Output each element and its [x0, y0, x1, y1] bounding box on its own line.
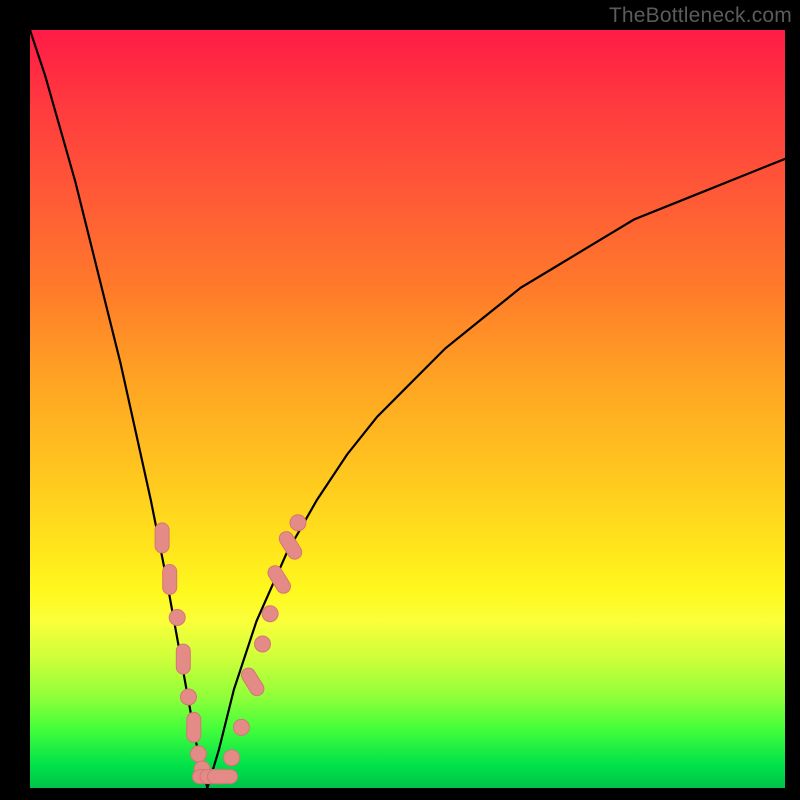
chart-svg — [30, 30, 785, 788]
marker — [190, 746, 206, 762]
marker — [187, 712, 201, 742]
marker — [224, 750, 240, 766]
marker-group — [155, 515, 306, 784]
marker — [155, 523, 169, 553]
watermark-label: TheBottleneck.com — [609, 4, 792, 28]
marker — [277, 529, 305, 562]
bottleneck-curve — [30, 30, 785, 788]
marker — [181, 689, 197, 705]
marker — [262, 606, 278, 622]
plot-area — [30, 30, 785, 788]
marker — [169, 610, 185, 626]
marker — [255, 636, 271, 652]
marker — [208, 770, 238, 784]
marker — [176, 644, 190, 674]
marker — [233, 719, 249, 735]
marker — [290, 515, 306, 531]
chart-stage: TheBottleneck.com — [0, 0, 800, 800]
marker — [239, 665, 267, 698]
marker — [163, 565, 177, 595]
